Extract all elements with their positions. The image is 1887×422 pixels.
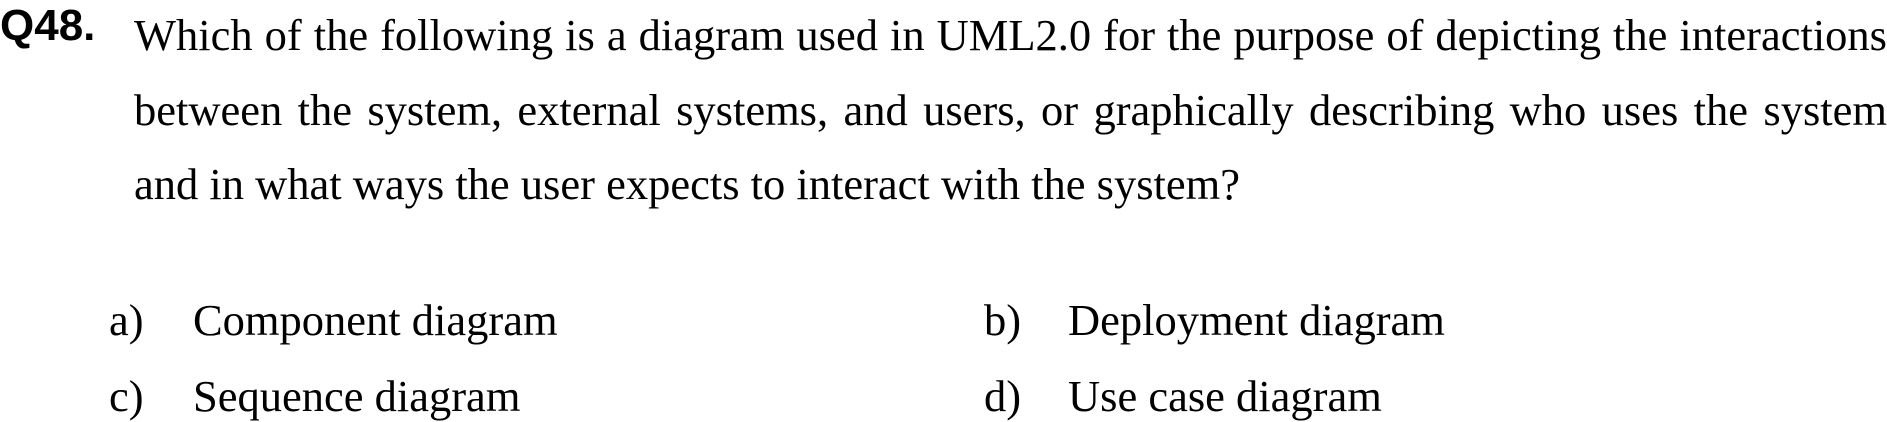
option-label: Use case diagram (1068, 371, 1382, 421)
option-letter: b) (984, 295, 1022, 345)
option-label: Sequence diagram (193, 371, 521, 421)
option-letter: d) (984, 371, 1022, 421)
option-label: Component diagram (193, 295, 558, 345)
option-letter: c) (109, 371, 144, 421)
option-letter: a) (109, 295, 144, 345)
question-text: Which of the following is a diagram used… (134, 10, 1887, 209)
option-label: Deployment diagram (1068, 295, 1445, 345)
question-number: Q48. (0, 1, 96, 50)
